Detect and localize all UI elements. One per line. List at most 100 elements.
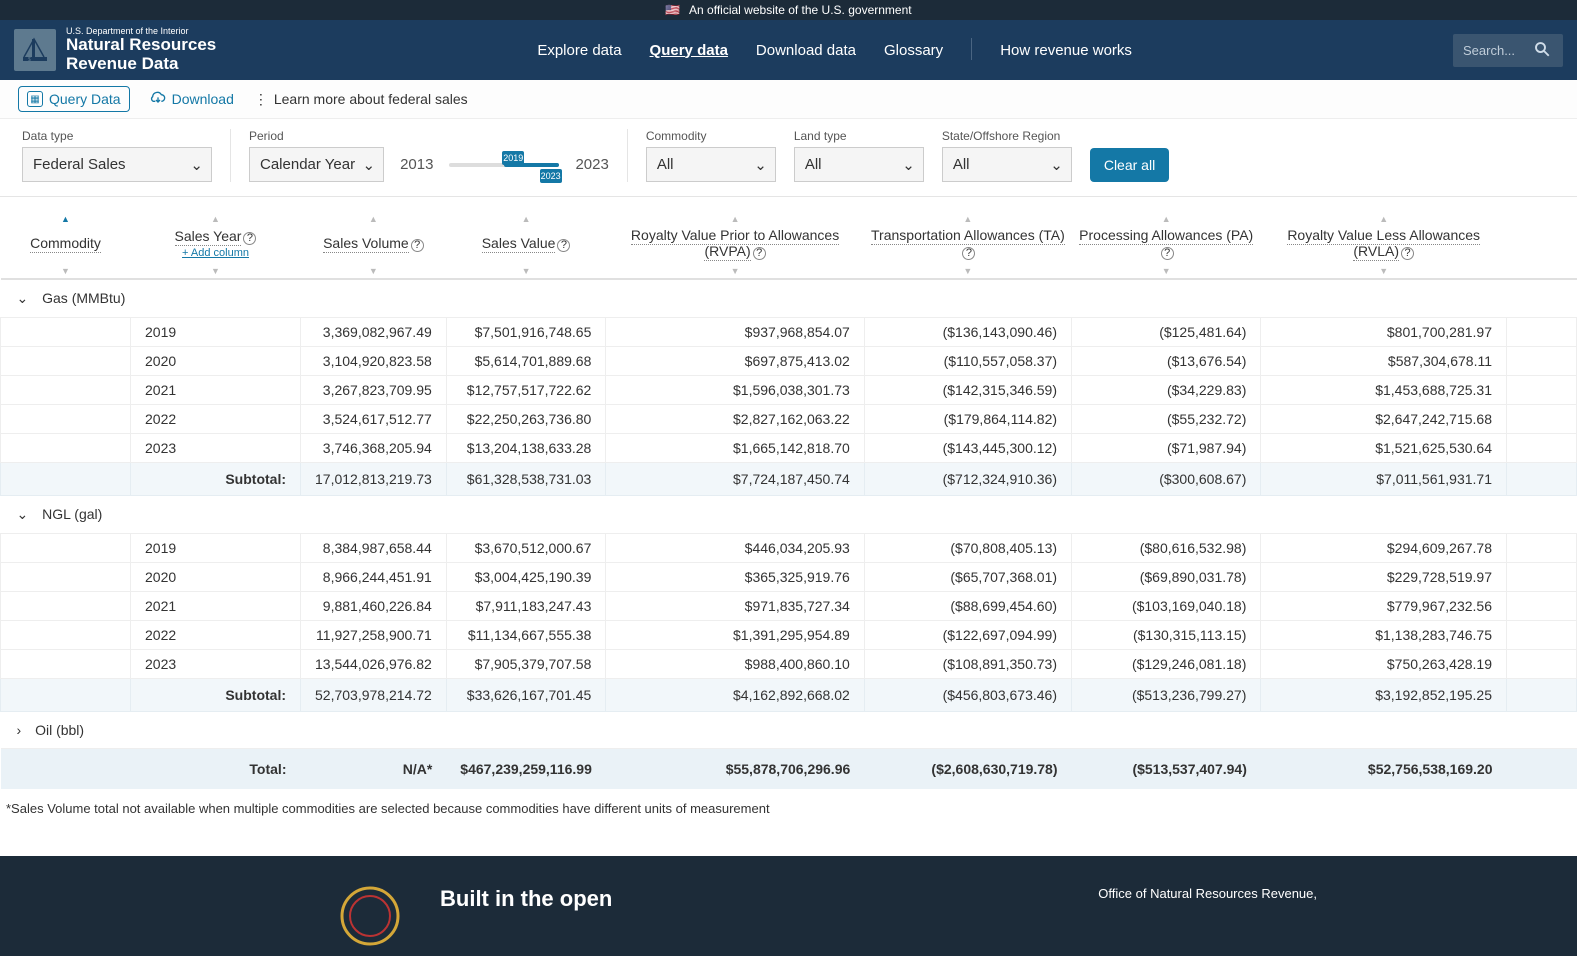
- group-row[interactable]: › Oil (bbl): [1, 711, 1577, 748]
- subtotal-ta: ($712,324,910.36): [864, 462, 1071, 495]
- total-row: Total:N/A*$467,239,259,116.99$55,878,706…: [1, 748, 1577, 789]
- sort-down-icon[interactable]: ▼: [522, 267, 531, 276]
- select-data-type[interactable]: Federal Sales ⌄: [22, 147, 212, 182]
- cell-pa: ($129,246,081.18): [1072, 649, 1261, 678]
- select-land-type[interactable]: All ⌄: [794, 147, 924, 182]
- col-rvla[interactable]: Royalty Value Less Allowances (RVLA): [1287, 227, 1480, 261]
- group-row[interactable]: ⌄ Gas (MMBtu): [1, 279, 1577, 318]
- cell-sales-volume: 11,927,258,900.71: [301, 620, 447, 649]
- nav-query[interactable]: Query data: [650, 38, 728, 63]
- cell-rvpa: $1,391,295,954.89: [606, 620, 864, 649]
- sort-down-icon[interactable]: ▼: [1162, 267, 1171, 276]
- year-slider[interactable]: 2019 2023: [449, 163, 559, 167]
- sort-up-icon[interactable]: ▲: [1162, 215, 1171, 224]
- help-icon[interactable]: ?: [243, 232, 256, 245]
- learn-more-link[interactable]: ⋮ Learn more about federal sales: [254, 91, 468, 108]
- add-column-link[interactable]: + Add column: [137, 247, 295, 259]
- cell-pa: ($13,676.54): [1072, 346, 1261, 375]
- col-pa[interactable]: Processing Allowances (PA): [1079, 227, 1253, 245]
- select-period[interactable]: Calendar Year ⌄: [249, 147, 384, 182]
- filter-separator: [230, 129, 231, 182]
- clear-all-button[interactable]: Clear all: [1090, 148, 1169, 182]
- group-row[interactable]: ⌄ NGL (gal): [1, 495, 1577, 533]
- cell-sales-value: $7,911,183,247.43: [446, 591, 606, 620]
- filter-label-region: State/Offshore Region: [942, 129, 1072, 143]
- group-name: NGL (gal): [42, 506, 102, 522]
- cell-year: 2022: [131, 620, 301, 649]
- sort-up-icon[interactable]: ▲: [963, 215, 972, 224]
- group-name: Oil (bbl): [35, 722, 84, 738]
- sort-up-icon[interactable]: ▲: [1379, 215, 1388, 224]
- col-commodity[interactable]: Commodity: [30, 235, 101, 253]
- sort-down-icon[interactable]: ▼: [731, 267, 740, 276]
- subtotal-label: Subtotal:: [131, 462, 301, 495]
- cell-rvpa: $937,968,854.07: [606, 317, 864, 346]
- cell-rvla: $1,138,283,746.75: [1261, 620, 1507, 649]
- col-sales-volume[interactable]: Sales Volume: [323, 235, 409, 253]
- sort-down-icon[interactable]: ▼: [211, 267, 220, 276]
- table-row: 202313,544,026,976.82$7,905,379,707.58$9…: [1, 649, 1577, 678]
- subtotal-sval: $61,328,538,731.03: [446, 462, 606, 495]
- cell-rvpa: $971,835,727.34: [606, 591, 864, 620]
- sort-up-icon[interactable]: ▲: [731, 215, 740, 224]
- subtotal-rvla: $3,192,852,195.25: [1261, 678, 1507, 711]
- select-region-value: All: [953, 156, 970, 173]
- help-icon[interactable]: ?: [1161, 247, 1174, 260]
- cloud-download-icon: [150, 90, 166, 109]
- help-icon[interactable]: ?: [1401, 247, 1414, 260]
- select-region[interactable]: All ⌄: [942, 147, 1072, 182]
- logo-block[interactable]: $ U.S. Department of the Interior Natura…: [14, 26, 216, 73]
- col-ta[interactable]: Transportation Allowances (TA): [871, 227, 1065, 245]
- sort-up-icon[interactable]: ▲: [61, 215, 70, 224]
- sort-down-icon[interactable]: ▼: [61, 267, 70, 276]
- learn-more-label: Learn more about federal sales: [274, 91, 468, 107]
- tab-download[interactable]: Download: [150, 90, 234, 109]
- search-box[interactable]: [1453, 34, 1563, 67]
- tab-query-data[interactable]: ▦ Query Data: [18, 86, 130, 112]
- help-icon[interactable]: ?: [753, 247, 766, 260]
- cell-sales-value: $3,670,512,000.67: [446, 533, 606, 562]
- cell-sales-volume: 13,544,026,976.82: [301, 649, 447, 678]
- cell-pa: ($55,232.72): [1072, 404, 1261, 433]
- help-icon[interactable]: ?: [411, 239, 424, 252]
- search-icon[interactable]: [1533, 40, 1551, 61]
- col-rvpa[interactable]: Royalty Value Prior to Allowances (RVPA): [631, 227, 839, 261]
- chevron-down-icon: ⌄: [363, 156, 376, 174]
- select-commodity[interactable]: All ⌄: [646, 147, 776, 182]
- cell-sales-volume: 3,267,823,709.95: [301, 375, 447, 404]
- table-row: 20213,267,823,709.95$12,757,517,722.62$1…: [1, 375, 1577, 404]
- period-end-year: 2023: [575, 156, 608, 173]
- sort-down-icon[interactable]: ▼: [963, 267, 972, 276]
- site-footer: Built in the open Office of Natural Reso…: [0, 856, 1577, 956]
- cell-pa: ($69,890,031.78): [1072, 562, 1261, 591]
- cell-pa: ($130,315,113.15): [1072, 620, 1261, 649]
- cell-ta: ($179,864,114.82): [864, 404, 1071, 433]
- sort-up-icon[interactable]: ▲: [369, 215, 378, 224]
- cell-sales-value: $5,614,701,889.68: [446, 346, 606, 375]
- cell-rvla: $779,967,232.56: [1261, 591, 1507, 620]
- cell-sales-volume: 9,881,460,226.84: [301, 591, 447, 620]
- cell-sales-value: $12,757,517,722.62: [446, 375, 606, 404]
- filter-label-commodity: Commodity: [646, 129, 776, 143]
- cell-sales-value: $3,004,425,190.39: [446, 562, 606, 591]
- col-sales-value[interactable]: Sales Value: [482, 235, 556, 253]
- col-sales-year[interactable]: Sales Year: [175, 228, 242, 246]
- nav-download[interactable]: Download data: [756, 38, 856, 63]
- sort-down-icon[interactable]: ▼: [1379, 267, 1388, 276]
- cell-ta: ($70,808,405.13): [864, 533, 1071, 562]
- slider-handle-end[interactable]: 2023: [540, 169, 562, 183]
- search-input[interactable]: [1463, 43, 1533, 58]
- help-icon[interactable]: ?: [962, 247, 975, 260]
- nav-how[interactable]: How revenue works: [1000, 38, 1132, 63]
- cell-rvpa: $1,665,142,818.70: [606, 433, 864, 462]
- slider-handle-start[interactable]: 2019: [502, 151, 524, 165]
- cell-rvla: $229,728,519.97: [1261, 562, 1507, 591]
- nav-explore[interactable]: Explore data: [537, 38, 621, 63]
- cell-sales-volume: 3,104,920,823.58: [301, 346, 447, 375]
- sort-up-icon[interactable]: ▲: [522, 215, 531, 224]
- help-icon[interactable]: ?: [557, 239, 570, 252]
- cell-rvpa: $2,827,162,063.22: [606, 404, 864, 433]
- nav-glossary[interactable]: Glossary: [884, 38, 943, 63]
- sort-up-icon[interactable]: ▲: [211, 215, 220, 224]
- sort-down-icon[interactable]: ▼: [369, 267, 378, 276]
